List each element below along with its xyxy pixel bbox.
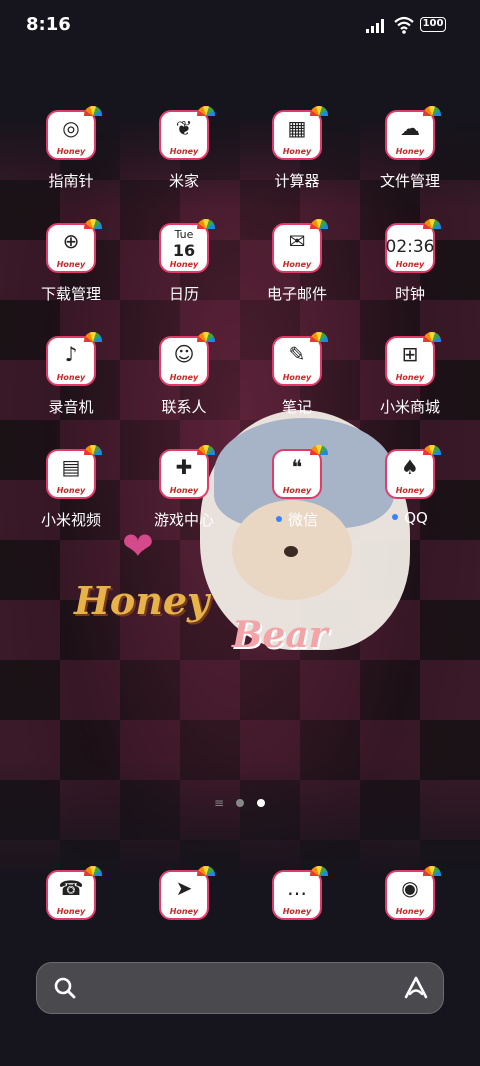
rainbow-icon bbox=[84, 219, 102, 229]
app-label: 计算器 bbox=[274, 172, 320, 190]
rainbow-icon bbox=[423, 332, 441, 342]
app-label: 联系人 bbox=[161, 398, 207, 416]
app-label: QQ bbox=[354, 509, 466, 527]
download-magnifier-icon: ⊕ Honey bbox=[46, 219, 102, 273]
clock-icon: 02:36 Honey bbox=[385, 219, 441, 273]
search-bar[interactable] bbox=[36, 962, 444, 1015]
app-label: 日历 bbox=[168, 285, 199, 303]
app-label: 小米商城 bbox=[379, 398, 440, 416]
rainbow-icon bbox=[84, 332, 102, 342]
notes-icon: ✎ Honey bbox=[272, 332, 328, 386]
search-input[interactable] bbox=[89, 963, 383, 1015]
app-label: 电子邮件 bbox=[266, 285, 327, 303]
browser-icon: ➤ Honey bbox=[159, 866, 215, 920]
rainbow-icon bbox=[423, 219, 441, 229]
app-drawer-icon[interactable]: ≡ bbox=[214, 796, 224, 810]
search-icon[interactable] bbox=[53, 976, 77, 1000]
wifi-icon bbox=[394, 16, 414, 34]
bear-nose bbox=[284, 546, 298, 557]
qq-penguin-icon: ♠ Honey bbox=[385, 445, 441, 499]
messages-icon: … Honey bbox=[272, 866, 328, 920]
status-time: 8:16 bbox=[26, 14, 71, 35]
contacts-person-icon: ☺ Honey bbox=[159, 332, 215, 386]
new-install-dot bbox=[392, 513, 399, 520]
rainbow-icon bbox=[197, 332, 215, 342]
rainbow-icon bbox=[197, 445, 215, 455]
app-label: 游戏中心 bbox=[153, 511, 214, 529]
page-indicator[interactable]: ≡ bbox=[210, 796, 274, 810]
mail-icon: ✉ Honey bbox=[272, 219, 328, 273]
app-label: 米家 bbox=[168, 172, 199, 190]
app-label: 文件管理 bbox=[379, 172, 440, 190]
app-label: 时钟 bbox=[394, 285, 425, 303]
rainbow-icon bbox=[84, 445, 102, 455]
app-label: 录音机 bbox=[48, 398, 94, 416]
rainbow-icon bbox=[310, 219, 328, 229]
battery-indicator: 100 bbox=[420, 17, 446, 32]
app-label: 微信 bbox=[241, 509, 353, 530]
gamepad-icon: ✚ Honey bbox=[159, 445, 215, 499]
heart-icon: ❤ bbox=[122, 524, 154, 568]
calendar-icon: Tue 16 Honey bbox=[159, 219, 215, 273]
new-install-dot bbox=[275, 515, 282, 522]
calendar-weekday: Tue bbox=[174, 228, 194, 241]
wallpaper-honey-text: Honey bbox=[74, 578, 210, 623]
app-label: 小米视频 bbox=[40, 511, 101, 529]
app-label: 笔记 bbox=[281, 398, 312, 416]
app-label: 下载管理 bbox=[40, 285, 101, 303]
camera-icon: ◉ Honey bbox=[385, 866, 441, 920]
cellular-signal-icon bbox=[366, 19, 384, 33]
assistant-icon[interactable] bbox=[403, 975, 429, 1001]
phone-icon: ☎ Honey bbox=[46, 866, 102, 920]
cloud-folder-icon: ☁ Honey bbox=[385, 106, 441, 160]
mijia-sprout-icon: ❦ Honey bbox=[159, 106, 215, 160]
calendar-day-number: 16 bbox=[172, 241, 196, 260]
wallpaper-bear-text: Bear bbox=[232, 614, 328, 656]
page-dot[interactable] bbox=[236, 799, 244, 807]
app-label: 指南针 bbox=[48, 172, 94, 190]
microphone-icon: ♪ Honey bbox=[46, 332, 102, 386]
calculator-icon: ▦ Honey bbox=[272, 106, 328, 160]
wechat-icon: ❝ Honey bbox=[272, 445, 328, 499]
compass-icon: ◎ Honey bbox=[46, 106, 102, 160]
rainbow-icon bbox=[310, 332, 328, 342]
clock-time: 02:36 bbox=[385, 237, 435, 257]
shopping-cart-icon: ⊞ Honey bbox=[385, 332, 441, 386]
video-chat-bubble-icon: ▤ Honey bbox=[46, 445, 102, 499]
rainbow-icon bbox=[423, 445, 441, 455]
status-bar: 8:16 100 bbox=[0, 0, 480, 50]
page-dot-active[interactable] bbox=[257, 799, 265, 807]
